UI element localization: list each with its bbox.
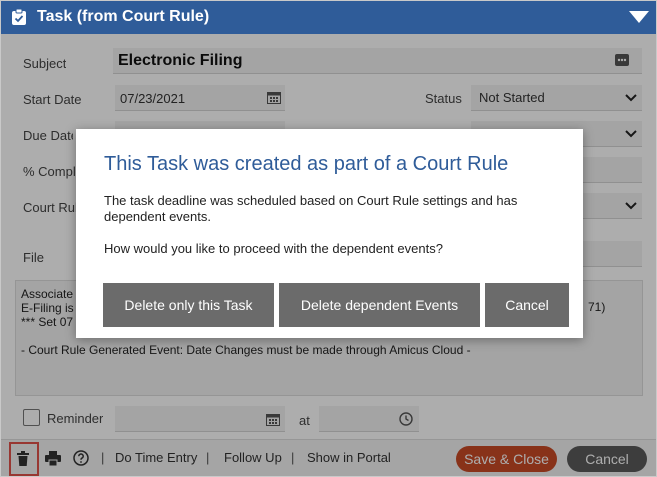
- clipboard-check-icon: [12, 8, 26, 25]
- dialog-title: This Task was created as part of a Court…: [104, 153, 509, 175]
- collapse-triangle-icon[interactable]: [629, 11, 649, 23]
- dialog-cancel-button[interactable]: Cancel: [485, 283, 569, 327]
- delete-dependent-events-button[interactable]: Delete dependent Events: [279, 283, 480, 327]
- title-bar: Task (from Court Rule): [1, 1, 656, 34]
- court-rule-dialog: This Task was created as part of a Court…: [76, 129, 583, 338]
- window-title: Task (from Court Rule): [37, 8, 210, 25]
- dialog-question: How would you like to proceed with the d…: [104, 241, 443, 256]
- dialog-message: The task deadline was scheduled based on…: [104, 193, 518, 224]
- delete-only-task-button[interactable]: Delete only this Task: [103, 283, 274, 327]
- task-window: Task (from Court Rule) Subject Electroni…: [0, 0, 657, 477]
